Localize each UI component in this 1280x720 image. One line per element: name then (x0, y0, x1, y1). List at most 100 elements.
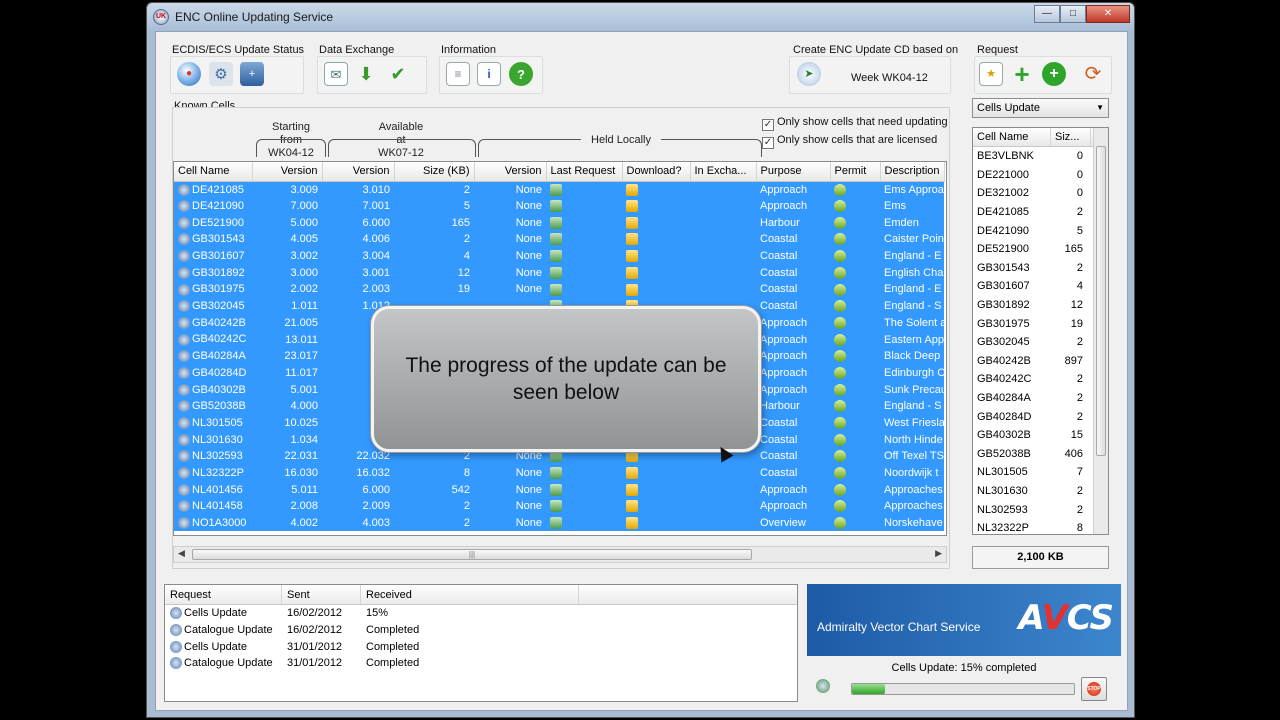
cell-name: NL301630 (174, 431, 252, 448)
table-row[interactable]: NL32322P 16.030 16.032 8 None Coastal Noordwij… (174, 464, 944, 482)
col-header[interactable]: Size (KB) (394, 162, 475, 182)
cd-icon[interactable]: ➤ (797, 62, 821, 86)
known-cells-header: Cell Name Version Version Size (KB) Version L… (174, 162, 945, 182)
list-item[interactable]: GB40284A 2 (973, 389, 1108, 408)
gears-icon[interactable]: ⚙ (209, 62, 233, 86)
col-header[interactable]: Description (880, 162, 945, 182)
list-item[interactable]: GB40284D 2 (973, 407, 1108, 426)
hscroll-thumb[interactable]: ||| (192, 549, 752, 560)
col-header[interactable]: Version (252, 162, 323, 182)
mail-icon[interactable]: ✉ (324, 62, 348, 86)
col-size[interactable]: Siz... (1051, 128, 1091, 146)
table-row[interactable]: GB301607 3.002 3.004 4 None Coastal England - … (174, 247, 944, 265)
request-type-dropdown[interactable]: Cells Update ▼ (972, 98, 1109, 118)
cell-permit (830, 181, 880, 198)
checkbox-need-updating[interactable]: ✓ (762, 119, 774, 131)
close-button[interactable]: ✕ (1086, 5, 1130, 23)
list-item[interactable]: DE421085 2 (973, 203, 1108, 222)
list-item[interactable]: DE521900 165 (973, 240, 1108, 259)
known-cells-hscroll[interactable]: ◀ ||| ▶ (173, 546, 947, 563)
checkbox-licensed[interactable]: ✓ (762, 137, 774, 149)
help-icon[interactable]: ? (509, 62, 533, 86)
filter-licensed[interactable]: ✓ Only show cells that are licensed (762, 134, 937, 149)
cell-purpose: Overview (756, 514, 830, 532)
list-item[interactable]: GB40242C 2 (973, 370, 1108, 389)
cell-name-text: DE521900 (192, 216, 244, 229)
banner-text: Admiralty Vector Chart Service (817, 620, 981, 634)
document-icon[interactable]: ≡ (446, 62, 470, 86)
database-add-icon[interactable]: + (240, 62, 264, 86)
filter-need-updating[interactable]: ✓ Only show cells that need updating (762, 116, 948, 131)
table-row[interactable]: NO1A3000 4.002 4.003 2 None Overview Norskehav… (174, 514, 944, 532)
info-icon[interactable]: i (477, 62, 501, 86)
list-item[interactable]: GB40302B 15 (973, 426, 1108, 445)
request-row[interactable]: Catalogue Update 16/02/2012 Completed (165, 622, 797, 639)
maximize-button[interactable]: □ (1060, 5, 1086, 23)
cell-version-from: 4.002 (252, 514, 322, 532)
cell-version-from-text: 4.005 (290, 233, 318, 246)
table-row[interactable]: GB301975 2.002 2.003 19 None Coastal England -… (174, 281, 944, 298)
globe-status-icon[interactable]: ● (177, 62, 201, 86)
refresh-icon[interactable]: ⟳ (1081, 62, 1105, 86)
list-item[interactable]: GB301607 4 (973, 277, 1108, 296)
list-item[interactable]: GB52038B 406 (973, 445, 1108, 464)
list-item[interactable]: DE321002 0 (973, 184, 1108, 203)
list-item[interactable]: BE3VLBNK 0 (973, 147, 1108, 166)
cell-version-from: 23.017 (252, 347, 322, 365)
request-cells-vscroll[interactable] (1093, 128, 1108, 534)
cell-description: Noordwijk t (880, 464, 944, 482)
request-row[interactable]: Cells Update 16/02/2012 15% (165, 605, 797, 622)
cell-description-text: Sunk Precau (884, 383, 944, 396)
col-cell-name[interactable]: Cell Name (973, 128, 1051, 146)
add-circle-icon[interactable]: + (1042, 62, 1066, 86)
table-row[interactable]: GB301892 3.000 3.001 12 None Coastal English C… (174, 264, 944, 282)
col-header[interactable]: Last Request (546, 162, 623, 182)
cell-version-available-text: 6.000 (362, 216, 390, 229)
col-header[interactable]: Version (474, 162, 547, 182)
table-row[interactable]: GB301543 4.005 4.006 2 None Coastal Caister Po… (174, 231, 944, 248)
request-row[interactable]: Cells Update 31/01/2012 Completed (165, 638, 797, 655)
stop-button[interactable]: STOP (1081, 677, 1107, 701)
table-row[interactable]: DE421090 7.000 7.001 5 None Approach Ems (174, 197, 944, 215)
col-header[interactable]: Download? (622, 162, 691, 182)
list-item[interactable]: GB40242B 897 (973, 352, 1108, 371)
scroll-right-arrow[interactable]: ▶ (935, 548, 942, 559)
request-cells-list[interactable]: Cell Name Siz... BE3VLBNK 0 DE221000 0 DE321… (972, 127, 1109, 535)
minimize-button[interactable]: — (1034, 5, 1060, 23)
table-row[interactable]: DE421085 3.009 3.010 2 None Approach Ems Appro… (174, 181, 944, 198)
cell-description-text: Edinburgh C (884, 366, 944, 379)
col-header[interactable]: Version (322, 162, 395, 182)
table-row[interactable]: NL401456 5.011 6.000 542 None Approach Approac… (174, 481, 944, 499)
list-item[interactable]: GB301975 19 (973, 314, 1108, 333)
col-header[interactable]: Permit (830, 162, 881, 182)
list-item[interactable]: NL301505 7 (973, 463, 1108, 482)
list-item[interactable]: NL301630 2 (973, 482, 1108, 501)
request-row[interactable]: Catalogue Update 31/01/2012 Completed (165, 655, 797, 672)
list-item[interactable]: GB302045 2 (973, 333, 1108, 352)
list-item[interactable]: NL32322P 8 (973, 519, 1108, 534)
table-row[interactable]: NL401458 2.008 2.009 2 None Approach Approache… (174, 498, 944, 515)
requests-grid[interactable]: Request Sent Received Cells Update 16/02/… (164, 584, 798, 702)
cell-version-from: 1.011 (252, 297, 322, 315)
cell-size-text: 8 (463, 467, 470, 480)
col-header[interactable]: Cell Name (174, 162, 253, 182)
col-request[interactable]: Request (165, 585, 282, 604)
add-icon[interactable]: + (1010, 61, 1034, 87)
shield-check-icon[interactable]: ✔ (386, 62, 410, 86)
table-row[interactable]: DE521900 5.000 6.000 165 None Harbour Emden (174, 214, 944, 232)
cell-version-from: 3.002 (252, 247, 322, 265)
list-item[interactable]: DE221000 0 (973, 166, 1108, 185)
list-item[interactable]: DE421090 5 (973, 221, 1108, 240)
list-item[interactable]: GB301892 12 (973, 296, 1108, 315)
new-request-icon[interactable]: ★ (979, 62, 1003, 86)
list-item[interactable]: NL302593 2 (973, 500, 1108, 519)
download-icon[interactable]: ⬇ (354, 62, 378, 86)
scroll-left-arrow[interactable]: ◀ (178, 548, 185, 559)
vscroll-thumb[interactable] (1096, 146, 1106, 456)
col-received[interactable]: Received (361, 585, 579, 604)
col-header[interactable]: Purpose (756, 162, 831, 182)
list-item[interactable]: GB301543 2 (973, 259, 1108, 278)
col-header[interactable]: In Excha... (690, 162, 757, 182)
cell-size-text: 165 (451, 216, 470, 229)
col-sent[interactable]: Sent (282, 585, 361, 604)
